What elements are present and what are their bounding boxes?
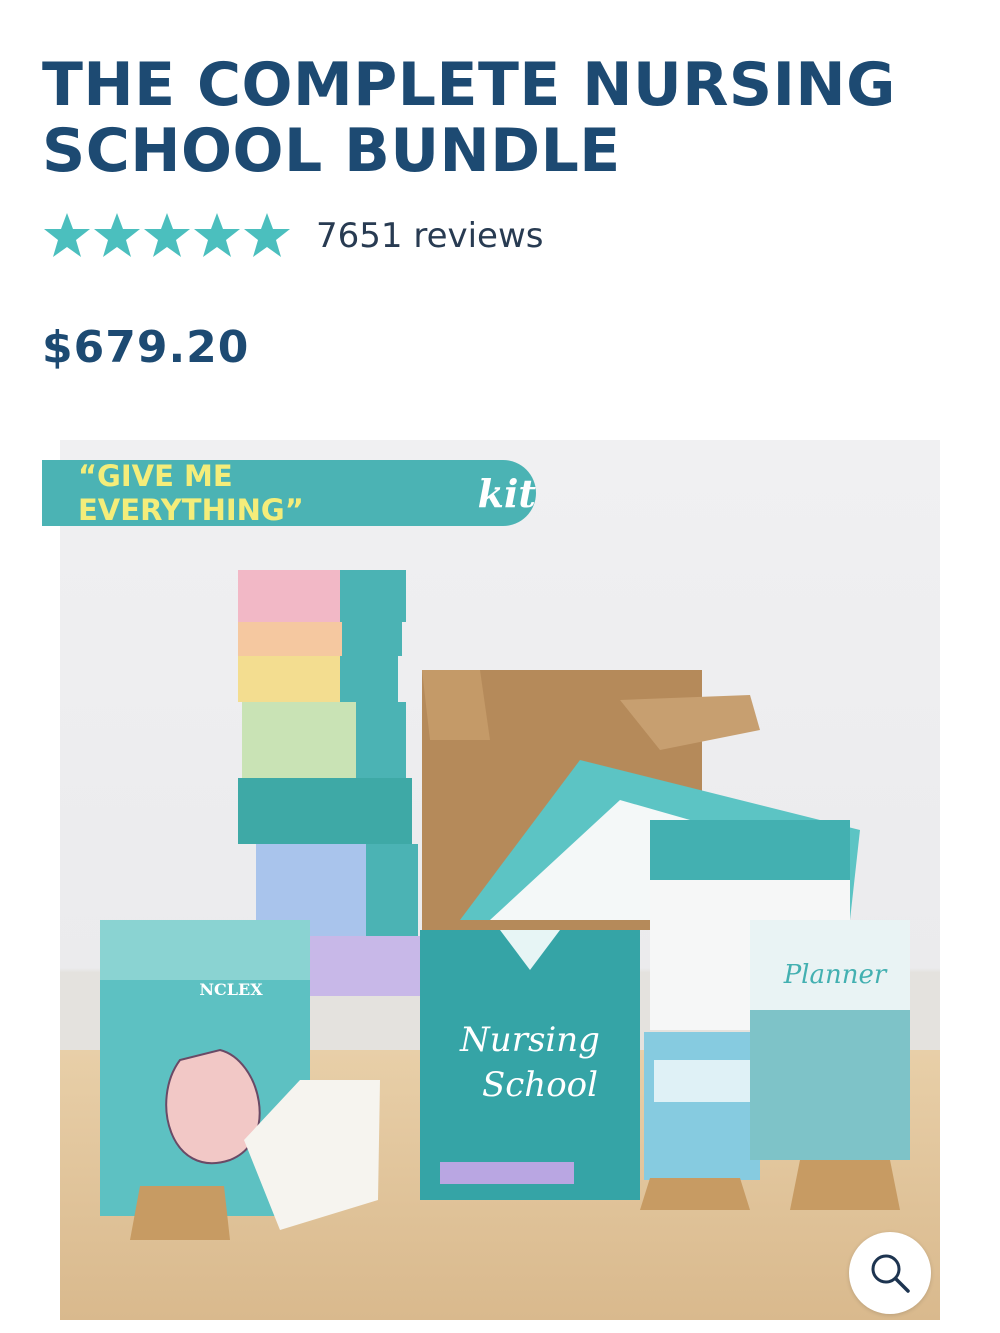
bundle-book-script: Nursing	[460, 1020, 600, 1060]
banner-text: “GIVE ME EVERYTHING”	[78, 459, 304, 527]
reviews-count[interactable]: 7651 reviews	[316, 216, 544, 256]
product-image[interactable]: NCLEX Nursing School Planner	[60, 440, 940, 1320]
product-title-line-1: THE COMPLETE NURSING	[42, 50, 896, 120]
product-price: $679.20	[42, 322, 250, 373]
magnifier-icon	[871, 1254, 910, 1293]
rating-row[interactable]: 7651 reviews	[42, 208, 544, 264]
zoom-button[interactable]	[849, 1232, 931, 1314]
bundle-book-script-2: School	[481, 1065, 599, 1105]
product-title-line-2: SCHOOL BUNDLE	[42, 116, 621, 186]
planner-label: Planner	[783, 960, 887, 990]
banner-kit: kit	[477, 470, 536, 516]
promo-banner: “GIVE ME EVERYTHING” kit	[42, 459, 536, 527]
star-icon	[242, 211, 292, 261]
product-photo-illustration	[100, 570, 910, 1240]
nclex-notebook-label: NCLEX	[199, 980, 263, 999]
star-icon	[192, 211, 242, 261]
star-icon	[92, 211, 142, 261]
star-icon	[42, 211, 92, 261]
star-icon	[142, 211, 192, 261]
star-rating	[42, 211, 292, 261]
product-title: THE COMPLETE NURSING SCHOOL BUNDLE	[42, 52, 942, 184]
